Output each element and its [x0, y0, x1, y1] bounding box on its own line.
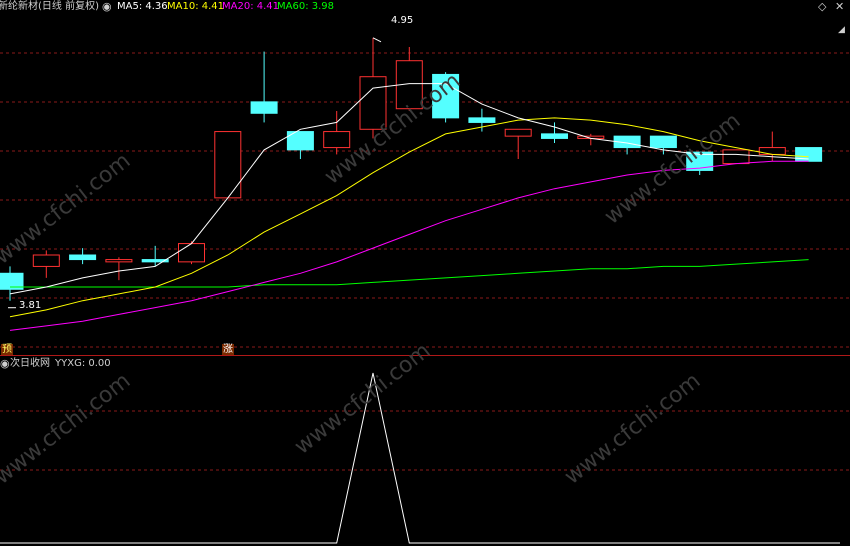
- stock-title[interactable]: 新纶新材(日线 前复权): [0, 0, 99, 14]
- close-icon[interactable]: ✕: [835, 1, 844, 13]
- indicator-dropdown-icon[interactable]: ◉: [0, 358, 10, 370]
- candle-down: [468, 117, 496, 123]
- ma60-line: [10, 259, 809, 288]
- ma5-value: MA5: 4.36: [117, 1, 168, 12]
- candle-up: [722, 149, 750, 165]
- indicator-name[interactable]: 次日收网: [10, 357, 50, 371]
- high-price-label: 4.95: [391, 15, 414, 26]
- candle-down: [69, 254, 97, 261]
- indicator-line: [0, 372, 840, 544]
- indicator-value: YYXG: 0.00: [55, 358, 111, 369]
- expand-icon[interactable]: ◢: [838, 24, 845, 36]
- diamond-icon[interactable]: ◇: [818, 1, 826, 13]
- limit-up-badge: 涨: [222, 344, 234, 355]
- candle-down: [250, 101, 278, 114]
- ma10-value: MA10: 4.41: [167, 1, 225, 12]
- low-price-label: 3.81: [19, 300, 42, 311]
- candle-up: [178, 243, 205, 263]
- candle-down: [795, 147, 823, 162]
- candle-up: [758, 147, 786, 155]
- price-chart[interactable]: [0, 0, 850, 546]
- ma20-line: [9, 160, 809, 331]
- candle-down: [649, 135, 677, 149]
- candle-up: [504, 128, 532, 137]
- ma20-value: MA20: 4.41: [222, 1, 280, 12]
- ma60-value: MA60: 3.98: [277, 1, 335, 12]
- candle-up: [214, 131, 242, 199]
- candle-up: [105, 259, 133, 263]
- candle-up: [323, 131, 351, 149]
- pre-signal-badge: 预: [1, 344, 13, 355]
- high-pointer: [372, 37, 382, 43]
- candle-up: [32, 254, 60, 267]
- candle-down: [541, 133, 568, 139]
- dropdown-icon[interactable]: ◉: [102, 1, 112, 13]
